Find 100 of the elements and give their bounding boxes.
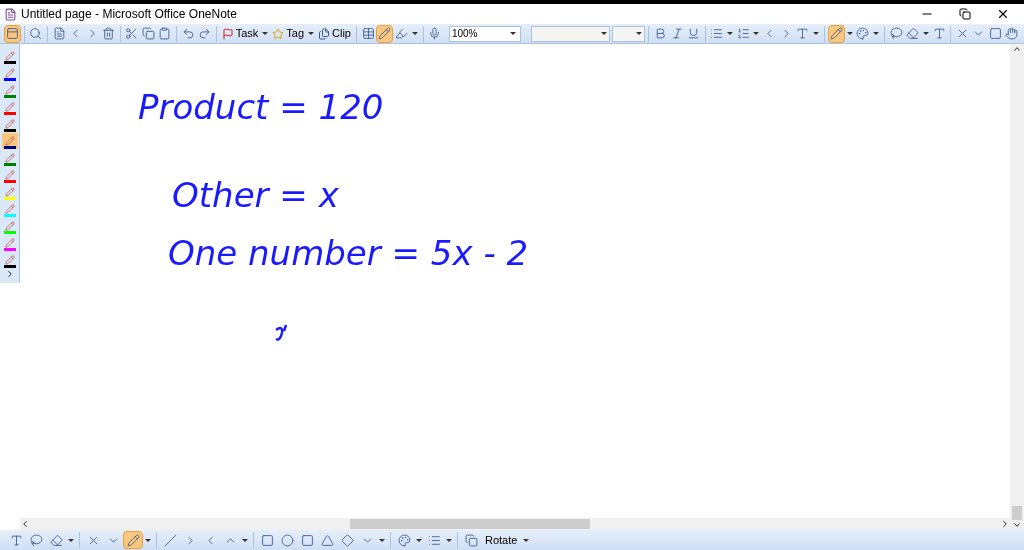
find-icon [29,27,43,40]
pen-icon [4,187,15,197]
italic-icon [670,27,684,40]
underline-icon [687,27,700,40]
pen-icon [4,51,15,61]
caret-icon[interactable] [753,32,760,35]
color-icon [856,27,870,40]
bullets-icon [710,27,724,40]
pen-icon [4,238,15,248]
paste-icon [158,27,172,40]
color-button[interactable] [854,24,871,43]
toolbar-button[interactable]: Clip [316,25,353,42]
caret-icon[interactable] [873,32,879,35]
scrollbar-thumb[interactable] [1012,506,1022,520]
window-title: Untitled page - Microsoft Office OneNote [21,6,237,23]
scroll-left-icon[interactable] [20,519,30,529]
scroll-down-icon[interactable] [1012,520,1022,530]
numbering-icon [736,27,750,40]
arrange-icon [464,533,478,547]
caret-icon[interactable] [812,32,819,35]
ink-to-text-icon [9,533,23,547]
pen-icon [4,136,15,146]
pen-icon [126,533,140,547]
caret-icon[interactable] [727,32,733,35]
handwritten-text: One number = 5x - 2 [168,232,529,275]
caret-icon[interactable] [636,32,643,35]
pen-button[interactable] [1,116,18,132]
ink-stroke-drawing [275,324,288,343]
pen-button[interactable] [1,252,18,268]
zoom-field[interactable]: 100% [448,25,521,42]
pen-icon [4,119,15,129]
pen-mode-button[interactable] [376,24,394,43]
handwritten-text: Other = x [172,174,339,217]
caret-icon[interactable] [523,538,530,542]
pen-icon [4,102,15,112]
pen-button[interactable] [1,65,18,81]
toolbar-button[interactable]: Tag [270,25,307,42]
caret-icon[interactable] [308,32,315,35]
restore-icon [959,8,971,20]
undo-icon [181,27,195,40]
flag-icon [221,27,234,40]
caret-icon[interactable] [446,538,452,542]
page-icon [988,27,1002,40]
scroll-up-icon[interactable] [1012,44,1022,54]
scroll-right-icon[interactable] [1000,519,1010,529]
pen-icon [394,27,408,40]
caret-icon[interactable] [145,538,151,542]
ink-to-text-icon [932,27,946,40]
delete-button[interactable] [100,24,117,43]
font-size-field[interactable] [612,25,646,42]
hand-button[interactable] [1003,24,1020,43]
pen-icon [4,204,15,214]
caret-icon[interactable] [601,32,608,35]
color-icon [397,533,411,547]
caret-icon[interactable] [242,538,248,542]
horizontal-scrollbar[interactable] [20,518,1010,530]
rotate-button[interactable]: Rotate [481,531,522,549]
font-field[interactable] [530,25,611,42]
star-icon [272,27,285,40]
pen-color-button[interactable] [827,24,845,43]
line-icon [163,533,177,547]
caret-icon[interactable] [379,538,385,542]
app-icon [4,7,17,21]
caret-icon[interactable] [68,538,74,542]
handwritten-text: Product = 120 [138,86,384,129]
lasso-icon [29,533,43,547]
pen-icon [4,221,15,231]
pen-icon [4,153,15,163]
caret-icon[interactable] [846,32,853,35]
caret-icon[interactable] [416,538,422,542]
hand-icon [1005,27,1019,40]
pen-icon [4,255,15,265]
copy-button[interactable] [140,24,157,43]
triangle-icon [320,533,334,547]
caret-icon[interactable] [509,32,516,35]
pen-button[interactable] [1,48,18,64]
pen-button[interactable] [1,133,18,149]
delete-icon [102,27,116,40]
lasso-icon [889,27,903,40]
pen-icon [4,85,15,95]
pen-color-icon [829,27,843,40]
bold-icon [654,27,668,40]
copy-icon [141,27,155,40]
caret-icon[interactable] [922,32,929,35]
pen-icon [4,68,15,78]
caret-icon[interactable] [262,32,269,35]
diamond-icon [340,533,354,547]
rectangle-icon [260,533,274,547]
pen-icon [4,170,15,180]
table-icon [361,27,375,40]
eraser-icon [906,27,920,40]
page-view-button[interactable] [4,24,21,43]
caret-icon[interactable] [411,32,418,35]
cut-icon [125,27,139,40]
new-page-icon [52,27,66,40]
scrollbar-thumb[interactable] [350,519,590,529]
toolbar-button[interactable]: Task [219,25,261,42]
close-icon [996,7,1010,21]
vertical-scrollbar[interactable] [1010,44,1024,530]
record-icon [428,27,442,40]
